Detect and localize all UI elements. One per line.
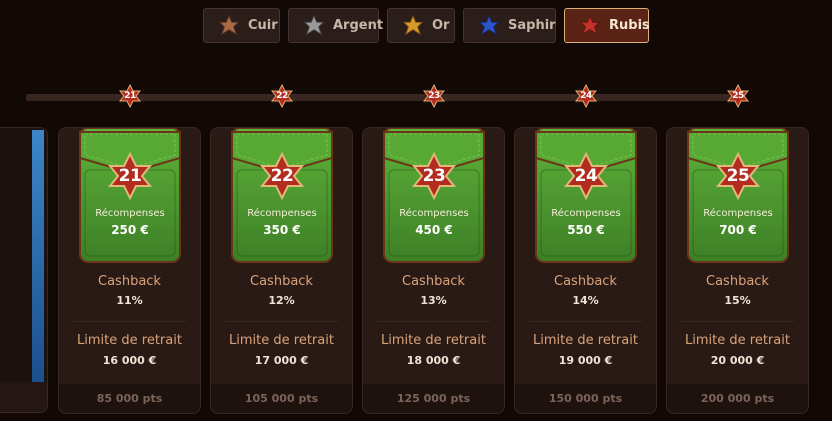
cashback-label: Cashback xyxy=(250,274,313,289)
reward-value: 700 € xyxy=(719,223,757,237)
divider xyxy=(225,321,338,322)
track-marker: 25 xyxy=(726,84,750,108)
level-star-badge: 25 xyxy=(714,152,762,200)
level-card[interactable]: 24 Récompenses 550 € Cashback 14% Limite… xyxy=(514,127,657,414)
level-card[interactable]: 23 Récompenses 450 € Cashback 13% Limite… xyxy=(362,127,505,414)
bronze-star-icon xyxy=(218,14,240,37)
reward-value: 250 € xyxy=(111,223,149,237)
level-card[interactable]: 25 Récompenses 700 € Cashback 15% Limite… xyxy=(666,127,809,414)
ruby-star-icon xyxy=(579,14,601,37)
reward-value: 350 € xyxy=(263,223,301,237)
tab-label: Argent xyxy=(333,18,384,33)
level-number: 23 xyxy=(422,166,446,186)
withdraw-limit-value: 17 000 € xyxy=(254,354,309,367)
level-card[interactable]: 22 Récompenses 350 € Cashback 12% Limite… xyxy=(210,127,353,414)
sapphire-wallet-edge xyxy=(32,130,44,385)
wallet-image: 25 Récompenses 700 € xyxy=(687,128,789,263)
tab-label: Cuir xyxy=(248,18,278,33)
silver-star-icon xyxy=(303,14,325,37)
withdraw-limit-label: Limite de retrait xyxy=(381,333,486,348)
track-marker: 24 xyxy=(574,84,598,108)
points-required: 125 000 pts xyxy=(396,392,471,405)
tab-label: Saphir xyxy=(508,18,556,33)
withdraw-limit-label: Limite de retrait xyxy=(685,333,790,348)
reward-label: Récompenses xyxy=(399,208,469,219)
cashback-label: Cashback xyxy=(98,274,161,289)
reward-label: Récompenses xyxy=(95,208,165,219)
divider xyxy=(529,321,642,322)
divider xyxy=(377,321,490,322)
tab-label: Or xyxy=(432,18,450,33)
level-star-badge: 21 xyxy=(106,152,154,200)
cashback-value: 14% xyxy=(572,294,599,307)
withdraw-limit-value: 16 000 € xyxy=(102,354,157,367)
cashback-label: Cashback xyxy=(554,274,617,289)
reward-value: 450 € xyxy=(415,223,453,237)
cashback-label: Cashback xyxy=(402,274,465,289)
wallet-image: 24 Récompenses 550 € xyxy=(535,128,637,263)
reward-label: Récompenses xyxy=(703,208,773,219)
cashback-value: 11% xyxy=(116,294,143,307)
level-card[interactable]: 21 Récompenses 250 € Cashback 11% Limite… xyxy=(58,127,201,414)
reward-label: Récompenses xyxy=(247,208,317,219)
tab-rubis[interactable]: Rubis xyxy=(564,8,650,43)
previous-card-partial[interactable] xyxy=(0,127,48,413)
level-star-badge: 22 xyxy=(258,152,306,200)
track-marker: 21 xyxy=(118,84,142,108)
level-number: 25 xyxy=(726,166,750,186)
tab-label: Rubis xyxy=(609,18,650,33)
level-star-badge: 24 xyxy=(562,152,610,200)
withdraw-limit-label: Limite de retrait xyxy=(229,333,334,348)
level-number: 22 xyxy=(270,166,294,186)
tab-cuir[interactable]: Cuir xyxy=(203,8,280,43)
cashback-value: 15% xyxy=(724,294,751,307)
points-required: 200 000 pts xyxy=(700,392,775,405)
reward-label: Récompenses xyxy=(551,208,621,219)
points-required: 150 000 pts xyxy=(548,392,623,405)
withdraw-limit-value: 20 000 € xyxy=(710,354,765,367)
reward-value: 550 € xyxy=(567,223,605,237)
cashback-value: 13% xyxy=(420,294,447,307)
withdraw-limit-value: 19 000 € xyxy=(558,354,613,367)
tier-tabs: Cuir Argent Or Saphir Rubis xyxy=(0,8,832,46)
cashback-label: Cashback xyxy=(706,274,769,289)
tab-or[interactable]: Or xyxy=(387,8,455,43)
withdraw-limit-label: Limite de retrait xyxy=(533,333,638,348)
level-number: 21 xyxy=(118,166,142,186)
withdraw-limit-label: Limite de retrait xyxy=(77,333,182,348)
divider xyxy=(681,321,794,322)
level-star-badge: 23 xyxy=(410,152,458,200)
tab-saphir[interactable]: Saphir xyxy=(463,8,556,43)
withdraw-limit-value: 18 000 € xyxy=(406,354,461,367)
gold-star-icon xyxy=(402,14,424,37)
tab-argent[interactable]: Argent xyxy=(288,8,383,43)
track-marker: 23 xyxy=(422,84,446,108)
points-required: 105 000 pts xyxy=(244,392,319,405)
level-number: 24 xyxy=(574,166,598,186)
wallet-image: 23 Récompenses 450 € xyxy=(383,128,485,263)
cashback-value: 12% xyxy=(268,294,295,307)
divider xyxy=(73,321,186,322)
wallet-image: 22 Récompenses 350 € xyxy=(231,128,333,263)
wallet-image: 21 Récompenses 250 € xyxy=(79,128,181,263)
points-required: 85 000 pts xyxy=(96,392,163,405)
track-marker: 22 xyxy=(270,84,294,108)
sapphire-star-icon xyxy=(478,14,500,37)
